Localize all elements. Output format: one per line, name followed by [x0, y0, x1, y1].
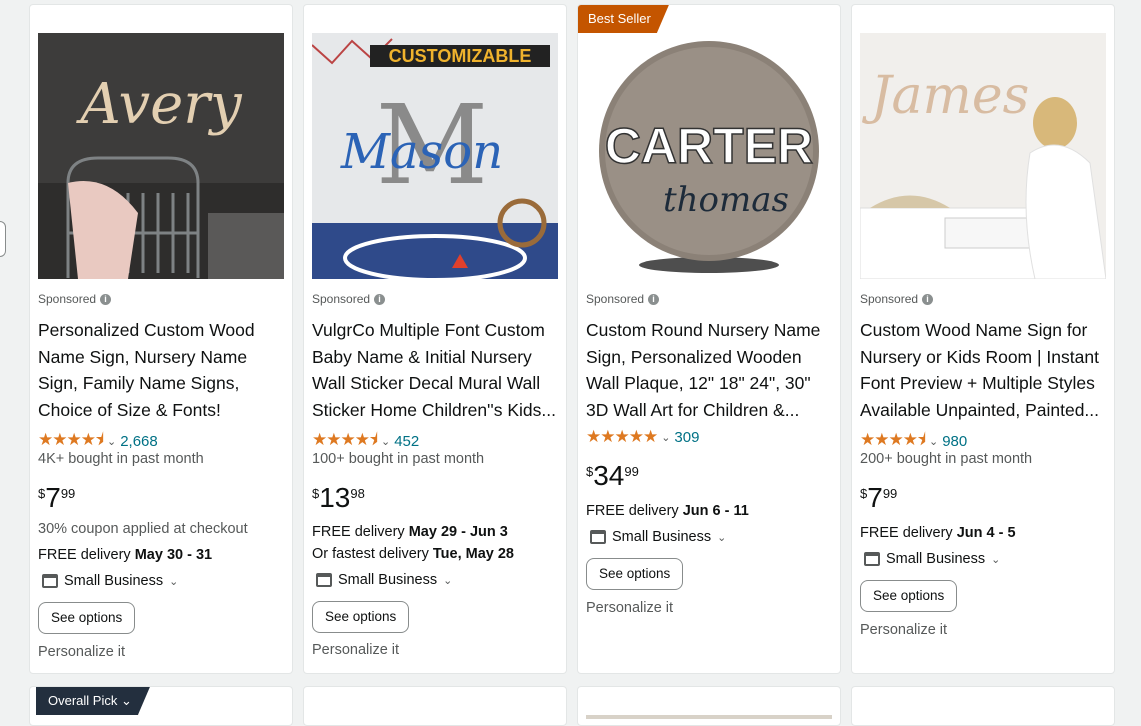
see-options-button[interactable]: See options [586, 558, 684, 590]
personalize-text: Personalize it [312, 642, 400, 658]
product-image[interactable]: CUSTOMIZABLE M Mason [312, 33, 558, 279]
review-count[interactable]: 2,668 [120, 433, 158, 450]
chevron-down-icon[interactable]: ⌄ [717, 531, 726, 544]
james-sign-image: James [860, 33, 1106, 279]
chevron-down-icon[interactable]: ⌄ [443, 574, 452, 587]
mason-decal-image: CUSTOMIZABLE M Mason [312, 33, 558, 279]
product-image[interactable]: Avery [38, 33, 284, 279]
chevron-down-icon: ⌄ [120, 693, 132, 708]
personalize-text: Personalize it [860, 622, 948, 638]
delivery-info: FREE delivery May 30 - 31 [38, 547, 213, 563]
personalize-text: Personalize it [586, 600, 674, 616]
product-image[interactable]: CARTER thomas [586, 33, 832, 279]
product-image-top [586, 715, 832, 719]
info-icon[interactable]: i [374, 293, 386, 305]
review-count[interactable]: 980 [942, 433, 967, 450]
bought-count: 4K+ bought in past month [38, 451, 204, 467]
overall-pick-badge[interactable]: Overall Pick ⌄ [36, 687, 150, 715]
small-business-badge[interactable]: Small Business ⌄ [864, 551, 1000, 567]
info-icon[interactable]: i [100, 293, 112, 305]
product-card-8[interactable] [851, 686, 1115, 726]
small-business-badge[interactable]: Small Business ⌄ [42, 573, 178, 589]
product-title[interactable]: VulgrCo Multiple Font Custom Baby Name &… [312, 317, 560, 423]
product-card-5[interactable]: Overall Pick ⌄ [29, 686, 293, 726]
svg-text:CUSTOMIZABLE: CUSTOMIZABLE [389, 46, 532, 66]
price[interactable]: $7 99 [38, 483, 75, 513]
product-card-6[interactable] [303, 686, 567, 726]
best-seller-badge[interactable]: Best Seller [578, 5, 669, 33]
star-icon[interactable]: ★★★★★ [586, 427, 658, 447]
product-card-1[interactable]: Avery Sponsored i Personalized Custom Woo… [29, 4, 293, 674]
sponsored-label: Sponsored [586, 292, 645, 306]
delivery-info: FREE delivery Jun 4 - 5 [860, 525, 1016, 541]
delivery-info: FREE delivery May 29 - Jun 3 [312, 524, 508, 540]
product-card-2[interactable]: CUSTOMIZABLE M Mason Sponsored i VulgrCo … [303, 4, 567, 674]
small-business-icon [42, 574, 58, 588]
bought-count: 200+ bought in past month [860, 451, 1033, 467]
product-card-7[interactable] [577, 686, 841, 726]
small-business-icon [864, 552, 880, 566]
delivery-info: FREE delivery Jun 6 - 11 [586, 503, 749, 519]
bought-count: 100+ bought in past month [312, 451, 485, 467]
info-icon[interactable]: i [648, 293, 660, 305]
sponsored-label: Sponsored [38, 292, 97, 306]
small-business-badge[interactable]: Small Business ⌄ [590, 529, 726, 545]
svg-text:thomas: thomas [663, 180, 789, 220]
coupon-text: 30% coupon applied at checkout [38, 521, 248, 537]
chevron-down-icon[interactable]: ⌄ [107, 435, 116, 448]
price[interactable]: $13 98 [312, 483, 365, 513]
product-card-3[interactable]: CARTER thomas Best Seller Sponsored i Cus… [577, 4, 841, 674]
svg-text:Avery: Avery [75, 72, 243, 137]
review-count[interactable]: 452 [394, 433, 419, 450]
see-options-button[interactable]: See options [38, 602, 136, 634]
chevron-down-icon[interactable]: ⌄ [991, 553, 1000, 566]
chevron-down-icon[interactable]: ⌄ [661, 431, 670, 444]
product-title[interactable]: Custom Wood Name Sign for Nursery or Kid… [860, 317, 1108, 423]
carousel-side-handle[interactable] [0, 221, 6, 257]
chevron-down-icon[interactable]: ⌄ [929, 435, 938, 448]
svg-text:James: James [862, 66, 1030, 126]
product-title[interactable]: Custom Round Nursery Name Sign, Personal… [586, 317, 834, 423]
small-business-icon [316, 573, 332, 587]
chevron-down-icon[interactable]: ⌄ [169, 575, 178, 588]
small-business-icon [590, 530, 606, 544]
carter-round-sign-image: CARTER thomas [586, 33, 832, 279]
svg-text:CARTER: CARTER [605, 118, 813, 174]
product-image[interactable]: James [860, 33, 1106, 279]
fastest-delivery-info: Or fastest delivery Tue, May 28 [312, 546, 514, 562]
product-title[interactable]: Personalized Custom Wood Name Sign, Nurs… [38, 317, 286, 423]
product-card-4[interactable]: James Sponsored i Custom Wood Name Sign f… [851, 4, 1115, 674]
review-count[interactable]: 309 [674, 429, 699, 446]
info-icon[interactable]: i [922, 293, 934, 305]
sponsored-label: Sponsored [312, 292, 371, 306]
rating-row[interactable]: ★★★★★ ⌄ 309 [586, 427, 699, 447]
chevron-down-icon[interactable]: ⌄ [381, 435, 390, 448]
see-options-button[interactable]: See options [860, 580, 958, 612]
price[interactable]: $7 99 [860, 483, 897, 513]
svg-text:Mason: Mason [340, 124, 503, 180]
price[interactable]: $34 99 [586, 461, 639, 491]
small-business-badge[interactable]: Small Business ⌄ [316, 572, 452, 588]
sponsored-label: Sponsored [860, 292, 919, 306]
avery-sign-image: Avery [38, 33, 284, 279]
see-options-button[interactable]: See options [312, 601, 410, 633]
personalize-text: Personalize it [38, 644, 126, 660]
